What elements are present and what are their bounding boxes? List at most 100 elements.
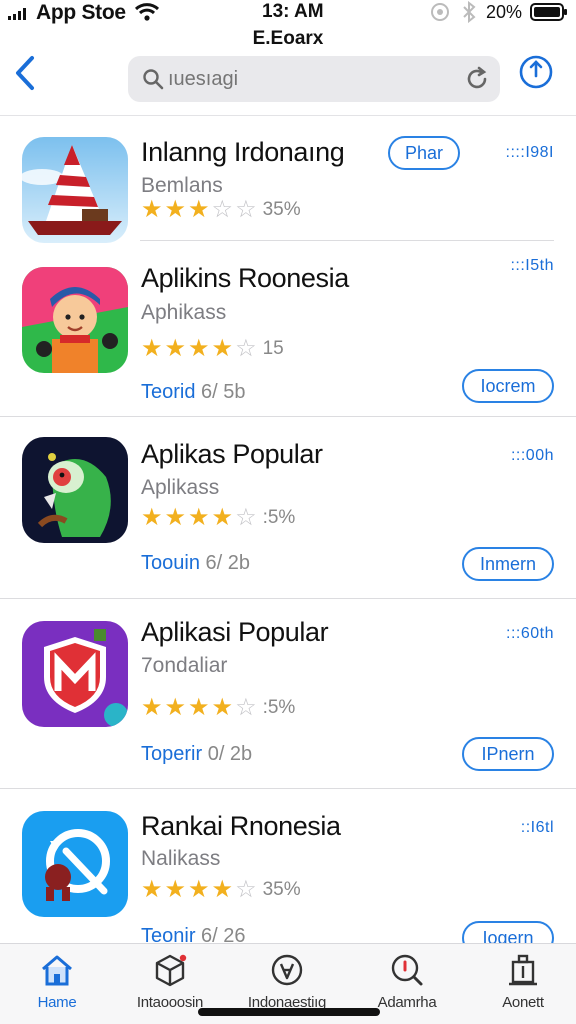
get-button[interactable]: Iocrem bbox=[462, 369, 554, 403]
app-meta: Teorid 6/ 5b bbox=[141, 381, 246, 404]
star-icon: ★ bbox=[141, 504, 163, 531]
app-size: :::I5th bbox=[510, 257, 554, 274]
app-subtitle: Nalikass bbox=[141, 847, 221, 870]
tab-search[interactable]: Adamrha bbox=[352, 952, 462, 1014]
star-empty-icon: ☆ bbox=[235, 196, 257, 223]
app-category[interactable]: Teonir bbox=[141, 925, 195, 943]
star-icon: ★ bbox=[211, 335, 234, 362]
list-item[interactable]: Aplikas Popular Aplikass ★★★★☆:5% Toouin… bbox=[0, 417, 576, 599]
tab-label: Hame bbox=[37, 994, 77, 1011]
tab-home[interactable]: Hame bbox=[2, 952, 112, 1014]
app-subtitle: Aplikass bbox=[141, 476, 220, 499]
star-empty-icon: ☆ bbox=[235, 876, 257, 903]
nav-header: E.Eoarx bbox=[0, 26, 576, 116]
refresh-target-icon bbox=[22, 811, 128, 917]
star-icon: ★ bbox=[188, 504, 210, 531]
app-downloads: 6/ 5b bbox=[195, 381, 246, 403]
parrot-icon bbox=[22, 437, 128, 543]
battery-icon bbox=[530, 3, 567, 21]
star-rating: ★★★★☆ 15 bbox=[141, 336, 284, 362]
app-category[interactable]: Teorid bbox=[141, 381, 195, 403]
list-item[interactable]: Aplikasi Popular 7ondaliar ★★★★☆:5% Tope… bbox=[0, 599, 576, 789]
star-icon: ★ bbox=[211, 504, 234, 531]
tab-explore[interactable]: Indonaestiıg bbox=[232, 952, 342, 1014]
star-rating: ★★★★☆:5% bbox=[141, 505, 295, 531]
app-subtitle: 7ondaliar bbox=[141, 654, 228, 677]
star-icon: ★ bbox=[141, 876, 163, 903]
focus-icon bbox=[431, 3, 449, 21]
app-downloads: 6/ 2b bbox=[199, 552, 250, 574]
get-button[interactable]: IPnern bbox=[462, 737, 554, 771]
star-icon: ★ bbox=[141, 196, 163, 223]
app-name: Aplikins Roonesia bbox=[141, 263, 349, 293]
compass-icon bbox=[271, 954, 303, 986]
tab-apps[interactable]: Intaooosin bbox=[115, 952, 225, 1014]
get-button[interactable]: Inmern bbox=[462, 547, 554, 581]
star-rating: ★★★☆☆ 35% bbox=[141, 197, 301, 223]
app-name: Rankai Rnonesia bbox=[141, 811, 341, 841]
boat-icon bbox=[22, 137, 128, 243]
rating-text: 35% bbox=[262, 879, 301, 900]
star-icon: ★ bbox=[164, 196, 187, 223]
app-category[interactable]: Toouin bbox=[141, 552, 200, 574]
list-item[interactable]: Aplikins Roonesia Aphikass ★★★★☆ 15 Teori… bbox=[0, 241, 576, 417]
rating-text: :5% bbox=[262, 697, 296, 718]
battery-percent: 20% bbox=[486, 2, 523, 22]
back-chevron-icon[interactable] bbox=[10, 54, 40, 92]
app-size: :::60th bbox=[506, 625, 554, 642]
star-icon: ★ bbox=[188, 335, 210, 362]
app-subtitle: Aphikass bbox=[141, 301, 227, 324]
star-icon: ★ bbox=[211, 694, 234, 721]
search-badge-icon bbox=[391, 954, 423, 986]
bluetooth-icon bbox=[463, 1, 476, 23]
home-icon bbox=[42, 955, 72, 986]
search-icon bbox=[143, 69, 164, 90]
app-icon bbox=[22, 621, 128, 727]
app-meta: Toperir 0/ 2b bbox=[141, 743, 252, 766]
star-icon: ★ bbox=[188, 876, 210, 903]
share-icon[interactable] bbox=[518, 54, 554, 90]
star-icon: ★ bbox=[188, 196, 210, 223]
shield-icon bbox=[22, 621, 128, 727]
app-icon bbox=[22, 267, 128, 373]
rating-text: 15 bbox=[262, 338, 284, 359]
clock: 13: AM bbox=[262, 1, 324, 22]
star-empty-icon: ☆ bbox=[235, 335, 257, 362]
app-name: Aplikas Popular bbox=[141, 439, 323, 469]
app-downloads: 0/ 2b bbox=[202, 743, 253, 765]
star-icon: ★ bbox=[164, 876, 187, 903]
list-item[interactable]: Rankai Rnonesia Nalikass ★★★★☆ 35% Teonir… bbox=[0, 789, 576, 943]
star-icon: ★ bbox=[164, 504, 187, 531]
carrier-label: App Stoe bbox=[36, 1, 126, 24]
app-icon bbox=[22, 137, 128, 243]
tray-icon bbox=[509, 954, 537, 986]
home-indicator[interactable] bbox=[198, 1008, 380, 1016]
star-rating: ★★★★☆:5% bbox=[141, 695, 295, 721]
app-size: :::00h bbox=[510, 447, 554, 464]
star-icon: ★ bbox=[141, 694, 163, 721]
get-button[interactable]: Iogern bbox=[462, 921, 554, 943]
app-icon bbox=[22, 437, 128, 543]
character-icon bbox=[22, 267, 128, 373]
page-title: E.Eoarx bbox=[252, 28, 324, 49]
search-bar[interactable] bbox=[128, 56, 500, 102]
app-meta: Teonir 6/ 26 bbox=[141, 925, 246, 943]
star-empty-icon: ☆ bbox=[235, 694, 257, 721]
app-icon bbox=[22, 811, 128, 917]
get-button[interactable]: Phar bbox=[388, 136, 460, 170]
app-size: ::I6tl bbox=[520, 819, 554, 836]
star-icon: ★ bbox=[141, 335, 163, 362]
app-category[interactable]: Toperir bbox=[141, 743, 202, 765]
wifi-icon bbox=[134, 3, 160, 21]
tab-label: Aonett bbox=[502, 994, 544, 1011]
list-item[interactable]: Inlanng Irdonaıng Bemlans ★★★☆☆ 35% Phar … bbox=[0, 117, 576, 243]
reload-icon[interactable] bbox=[464, 66, 490, 92]
star-empty-icon: ☆ bbox=[235, 504, 257, 531]
app-size: ::::I98I bbox=[505, 144, 554, 161]
app-subtitle: Bemlans bbox=[141, 174, 223, 197]
cube-icon bbox=[155, 954, 187, 987]
tab-account[interactable]: Aonett bbox=[468, 952, 576, 1014]
search-input[interactable] bbox=[168, 64, 448, 94]
app-name: Inlanng Irdonaıng bbox=[141, 137, 345, 167]
signal-icon bbox=[8, 8, 26, 20]
